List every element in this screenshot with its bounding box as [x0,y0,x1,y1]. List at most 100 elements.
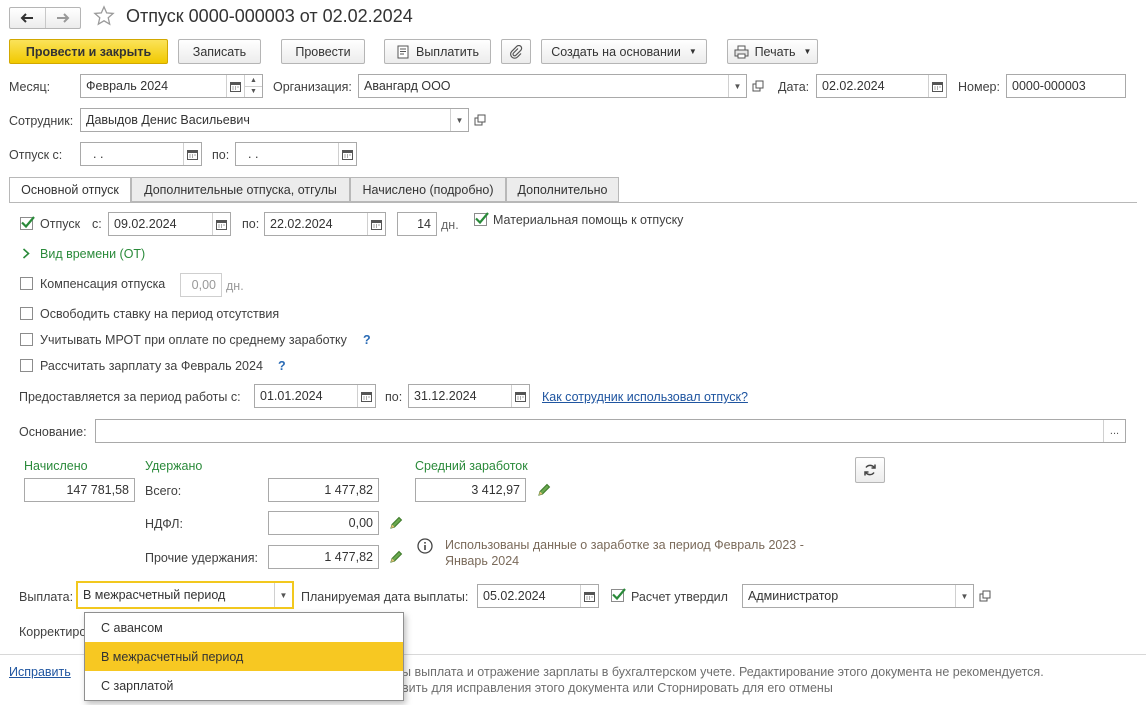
compensation-days-field[interactable]: 0,00 [180,273,222,297]
tab-accrued-detailed[interactable]: Начислено (подробно) [350,177,506,202]
edit-ndfl-pencil-icon[interactable] [389,516,403,530]
mrot-label: Учитывать МРОТ при оплате по среднему за… [40,333,347,347]
back-arrow-icon[interactable] [10,8,46,28]
planned-date-field[interactable]: 05.02.2024 [477,584,599,608]
period-to-field[interactable]: 31.12.2024 [408,384,530,408]
dropdown-arrow-icon: ▼ [688,47,697,56]
month-field[interactable]: Февраль 2024 ▲ ▼ [80,74,263,98]
employee-field[interactable]: Давыдов Денис Васильевич ▼ [80,108,469,132]
organization-field[interactable]: Авангард ООО ▼ [358,74,747,98]
calendar-icon[interactable] [357,385,375,407]
info-text-line1: Использованы данные о заработке за перио… [445,538,804,552]
approved-label: Расчет утвердил [631,590,728,604]
open-approver-icon[interactable] [976,585,994,607]
period-from-field[interactable]: 01.01.2024 [254,384,376,408]
info-icon [417,538,433,557]
basis-label: Основание: [19,425,87,439]
ndfl-field[interactable]: 0,00 [268,511,379,535]
avg-earnings-field[interactable]: 3 412,97 [415,478,526,502]
approver-field[interactable]: Администратор ▼ [742,584,974,608]
number-field[interactable]: 0000-000003 [1006,74,1126,98]
planned-date-label: Планируемая дата выплаты: [301,590,469,604]
open-employee-icon[interactable] [471,109,489,131]
attachments-button[interactable] [501,39,531,64]
footer-warning-line1: ы выплата и отражение зарплаты в бухгалт… [402,665,1044,679]
mrot-checkbox[interactable] [20,333,33,346]
vacation-days-unit: дн. [441,218,459,232]
time-kind-toggle[interactable]: Вид времени (ОТ) [40,247,145,261]
accrued-field[interactable]: 147 781,58 [24,478,135,502]
calendar-icon[interactable] [580,585,598,607]
period-to-label: по: [385,390,403,404]
basis-select-button[interactable]: ... [1103,420,1125,442]
payment-option-salary[interactable]: С зарплатой [85,671,403,700]
footer-warning-line2: вить для исправления этого документа или… [402,681,833,695]
vacation-from-field[interactable]: . . [80,142,202,166]
payment-option-interim[interactable]: В межрасчетный период [85,642,403,671]
vacation-days-field[interactable]: 14 [397,212,437,236]
print-button[interactable]: Печать ▼ [727,39,818,64]
compensation-checkbox[interactable] [20,277,33,290]
date-field[interactable]: 02.02.2024 [816,74,947,98]
calendar-icon[interactable] [183,143,201,165]
post-and-close-button[interactable]: Провести и закрыть [9,39,168,64]
printer-icon [734,45,749,59]
post-button[interactable]: Провести [281,39,365,64]
vacation-checkbox[interactable] [20,216,35,230]
vacation-start-field[interactable]: 09.02.2024 [108,212,231,236]
calendar-icon[interactable] [212,213,230,235]
payment-option-advance[interactable]: С авансом [85,613,403,642]
total-withheld-field[interactable]: 1 477,82 [268,478,379,502]
other-withholdings-field[interactable]: 1 477,82 [268,545,379,569]
employee-label: Сотрудник: [9,114,74,128]
vacation-usage-link[interactable]: Как сотрудник использовал отпуск? [542,390,748,404]
tab-additional[interactable]: Дополнительно [506,177,619,202]
vacation-from-label: Отпуск с: [9,148,63,162]
mrot-help-icon[interactable]: ? [363,333,371,347]
calendar-icon[interactable] [338,143,356,165]
compensation-days-unit: дн. [226,279,244,293]
pay-doc-icon [396,45,410,59]
other-label: Прочие удержания: [145,551,259,565]
calendar-icon[interactable] [511,385,529,407]
calc-salary-help-icon[interactable]: ? [278,359,286,373]
chevron-down-icon[interactable]: ▼ [955,585,973,607]
month-stepper[interactable]: ▲ ▼ [244,75,262,97]
create-based-on-button[interactable]: Создать на основании ▼ [541,39,707,64]
edit-avg-pencil-icon[interactable] [537,483,551,497]
tab-additional-vacations[interactable]: Дополнительные отпуска, отгулы [131,177,350,202]
dropdown-arrow-icon: ▼ [803,47,812,56]
refresh-button[interactable] [855,457,885,483]
vacation-end-field[interactable]: 22.02.2024 [264,212,386,236]
calc-salary-checkbox[interactable] [20,359,33,372]
forward-arrow-icon[interactable] [46,8,81,28]
payment-select[interactable]: В межрасчетный период ▼ [76,581,294,609]
total-label: Всего: [145,484,182,498]
chevron-down-icon[interactable]: ▼ [274,583,292,607]
month-label: Месяц: [9,80,51,94]
chevron-down-icon[interactable]: ▼ [450,109,468,131]
save-button[interactable]: Записать [178,39,261,64]
ndfl-label: НДФЛ: [145,517,183,531]
favorite-star-icon[interactable] [93,5,115,30]
tab-main-vacation[interactable]: Основной отпуск [9,177,131,203]
free-rate-checkbox[interactable] [20,307,33,320]
calc-salary-label: Рассчитать зарплату за Февраль 2024 [40,359,263,373]
vacation-to-label: по: [212,148,230,162]
chevron-right-icon[interactable] [22,248,30,262]
chevron-down-icon[interactable]: ▼ [728,75,746,97]
approved-checkbox[interactable] [611,588,626,602]
basis-field[interactable]: ... [95,419,1126,443]
calendar-icon[interactable] [226,75,244,97]
pay-button[interactable]: Выплатить [384,39,491,64]
material-help-label: Материальная помощь к отпуску [493,213,684,227]
vacation-to-field[interactable]: . . [235,142,357,166]
payment-options-dropdown: С авансом В межрасчетный период С зарпла… [84,612,404,701]
calendar-icon[interactable] [367,213,385,235]
calendar-icon[interactable] [928,75,946,97]
material-help-checkbox[interactable] [474,212,489,226]
fix-link[interactable]: Исправить [9,665,71,679]
edit-other-pencil-icon[interactable] [389,550,403,564]
open-organization-icon[interactable] [749,75,767,97]
payment-label: Выплата: [19,590,74,604]
